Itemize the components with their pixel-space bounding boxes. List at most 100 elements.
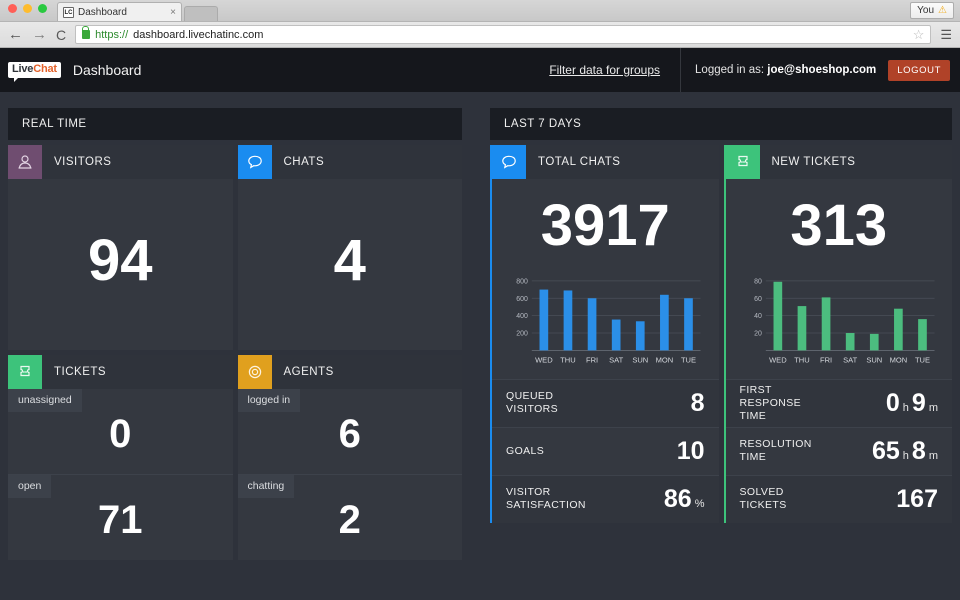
tickets-open-row: open 71 <box>8 474 233 560</box>
svg-text:TUE: TUE <box>914 355 929 364</box>
goals-row: GOALS 10 <box>492 427 719 475</box>
address-bar[interactable]: https:// dashboard.livechatinc.com ☆ <box>75 25 931 44</box>
page-title: Dashboard <box>73 62 142 78</box>
url-host: dashboard.livechatinc.com <box>133 29 263 41</box>
logged-in-status: Logged in as: joe@shoeshop.com <box>681 64 888 76</box>
svg-text:800: 800 <box>516 278 528 285</box>
browser-toolbar: ← → C https:// dashboard.livechatinc.com… <box>0 22 960 48</box>
visitor-satisfaction-label: VISITOR SATISFACTION <box>506 486 586 512</box>
visitor-person-icon <box>8 145 42 179</box>
app-header: LiveChat Dashboard Filter data for group… <box>0 48 960 92</box>
resolution-time-label: RESOLUTION TIME <box>740 438 812 464</box>
new-tab-button[interactable] <box>184 6 218 21</box>
browser-tab-title: Dashboard <box>78 7 167 18</box>
last7days-grid: TOTAL CHATS 3917 200400600800WEDTHUFRISA… <box>490 145 952 523</box>
goals-value: 10 <box>677 439 705 464</box>
reload-icon[interactable]: C <box>56 28 66 42</box>
livechat-logo: LiveChat <box>8 62 61 78</box>
svg-text:FRI: FRI <box>819 355 831 364</box>
svg-text:80: 80 <box>754 278 762 285</box>
svg-text:MON: MON <box>656 355 674 364</box>
svg-text:SUN: SUN <box>866 355 882 364</box>
logged-in-user: joe@shoeshop.com <box>767 64 876 76</box>
tickets-open-value: 71 <box>98 500 143 540</box>
goals-label: GOALS <box>506 445 544 458</box>
svg-text:20: 20 <box>754 330 762 337</box>
tickets-card[interactable]: TICKETS unassigned 0 open 71 <box>8 355 233 560</box>
svg-text:200: 200 <box>516 330 528 337</box>
logout-button[interactable]: LOGOUT <box>888 60 950 81</box>
visitors-card[interactable]: VISITORS 94 <box>8 145 233 350</box>
dashboard-body: REAL TIME VISITORS 94 <box>0 92 960 568</box>
agent-lifebuoy-icon <box>238 355 272 389</box>
total-chats-bar-chart: 200400600800WEDTHUFRISATSUNMONTUE <box>506 268 705 367</box>
first-response-time-value: 0 h 9 m <box>886 391 938 416</box>
profile-label: You <box>917 5 934 16</box>
realtime-panel-header: REAL TIME <box>8 108 462 140</box>
livechat-favicon-icon: LC <box>63 7 74 18</box>
filter-data-for-groups-link[interactable]: Filter data for groups <box>529 63 680 77</box>
svg-text:TUE: TUE <box>681 355 696 364</box>
tickets-card-body: unassigned 0 open 71 <box>8 389 233 560</box>
svg-text:THU: THU <box>794 355 809 364</box>
chats-card-header: CHATS <box>238 145 463 179</box>
agents-logged-in-row: logged in 6 <box>238 389 463 474</box>
agents-card[interactable]: AGENTS logged in 6 chatting 2 <box>238 355 463 560</box>
tickets-unassigned-value: 0 <box>109 414 131 454</box>
url-scheme: https:// <box>95 29 128 41</box>
back-icon[interactable]: ← <box>8 27 23 42</box>
visitor-satisfaction-row: VISITOR SATISFACTION 86 % <box>492 475 719 523</box>
header-right-group: Filter data for groups Logged in as: joe… <box>529 48 960 92</box>
tickets-unassigned-row: unassigned 0 <box>8 389 233 474</box>
browser-window: LC Dashboard × You ⚠ ← → C https:// dash… <box>0 0 960 600</box>
logged-in-prefix: Logged in as: <box>695 64 764 76</box>
profile-button[interactable]: You ⚠ <box>910 2 954 19</box>
queued-visitors-value: 8 <box>691 391 705 416</box>
close-window-button[interactable] <box>8 4 17 13</box>
new-tickets-title: NEW TICKETS <box>760 156 856 168</box>
chats-value: 4 <box>238 179 463 350</box>
forward-icon[interactable]: → <box>32 27 47 42</box>
svg-text:SAT: SAT <box>843 355 857 364</box>
tickets-open-badge: open <box>8 475 51 498</box>
total-chats-card[interactable]: TOTAL CHATS 3917 200400600800WEDTHUFRISA… <box>490 145 719 523</box>
svg-text:SAT: SAT <box>609 355 623 364</box>
svg-text:SUN: SUN <box>632 355 648 364</box>
agents-chatting-row: chatting 2 <box>238 474 463 560</box>
total-chats-header: TOTAL CHATS <box>492 145 719 179</box>
total-chats-title: TOTAL CHATS <box>526 156 620 168</box>
realtime-card-grid: VISITORS 94 CHATS 4 <box>8 145 462 560</box>
svg-text:60: 60 <box>754 295 762 302</box>
minimize-window-button[interactable] <box>23 4 32 13</box>
new-tickets-card[interactable]: NEW TICKETS 313 20406080WEDTHUFRISATSUNM… <box>724 145 953 523</box>
queued-visitors-label: QUEUED VISITORS <box>506 390 558 416</box>
close-tab-icon[interactable]: × <box>167 7 176 18</box>
total-chats-value: 3917 <box>492 179 719 262</box>
logo-text-chat: Chat <box>33 63 57 75</box>
agents-chatting-value: 2 <box>339 500 361 540</box>
agents-card-title: AGENTS <box>272 366 334 378</box>
star-icon[interactable]: ☆ <box>913 27 925 43</box>
svg-text:THU: THU <box>560 355 575 364</box>
new-tickets-header: NEW TICKETS <box>726 145 953 179</box>
hamburger-menu-icon[interactable]: ☰ <box>940 28 952 41</box>
new-tickets-chart: 20406080WEDTHUFRISATSUNMONTUE <box>726 262 953 379</box>
chat-bubble-icon <box>238 145 272 179</box>
realtime-panel: REAL TIME VISITORS 94 <box>8 108 462 560</box>
browser-tab[interactable]: LC Dashboard × <box>57 2 182 21</box>
svg-text:MON: MON <box>889 355 907 364</box>
agents-card-header: AGENTS <box>238 355 463 389</box>
visitor-satisfaction-value: 86 % <box>664 487 705 512</box>
resolution-time-row: RESOLUTION TIME 65 h 8 m <box>726 427 953 475</box>
visitors-card-header: VISITORS <box>8 145 233 179</box>
warning-triangle-icon: ⚠ <box>938 5 947 16</box>
maximize-window-button[interactable] <box>38 4 47 13</box>
total-chats-chart: 200400600800WEDTHUFRISATSUNMONTUE <box>492 262 719 379</box>
tickets-card-title: TICKETS <box>42 366 106 378</box>
svg-text:WED: WED <box>769 355 787 364</box>
svg-text:WED: WED <box>535 355 553 364</box>
resolution-time-value: 65 h 8 m <box>872 439 938 464</box>
agents-chatting-badge: chatting <box>238 475 295 498</box>
chats-card-title: CHATS <box>272 156 325 168</box>
chats-card[interactable]: CHATS 4 <box>238 145 463 350</box>
